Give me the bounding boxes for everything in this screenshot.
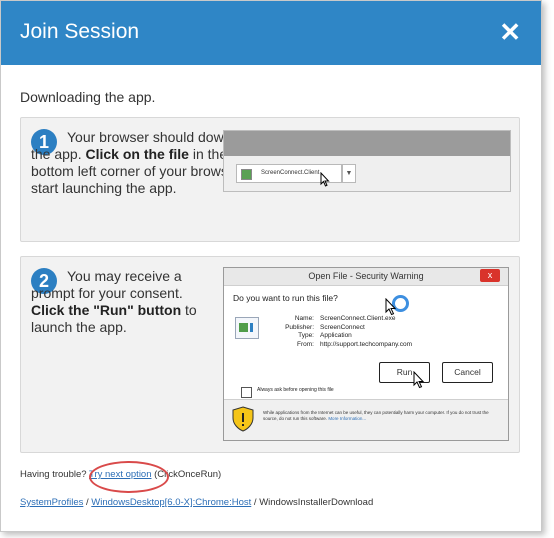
prop-row: Name: ScreenConnect.Client.exe: [294, 315, 396, 322]
intro-text: Downloading the app.: [20, 89, 156, 105]
warning-footer: While applications from the Internet can…: [224, 399, 508, 440]
mouse-cursor-icon: [320, 172, 330, 187]
hand-cursor-icon: [413, 371, 425, 389]
join-session-dialog: Join Session ✕ Downloading the app. 1 Yo…: [0, 0, 542, 532]
step-2-panel: 2 You may receive a prompt for your cons…: [20, 256, 520, 453]
dialog-header: Join Session ✕: [1, 1, 541, 65]
shield-warning-icon: [232, 406, 254, 432]
checkbox-illustration: [241, 387, 252, 398]
warning-question: Do you want to run this file?: [233, 293, 338, 303]
security-warning-illustration: Open File - Security Warning x Do you wa…: [223, 267, 509, 441]
dialog-title: Join Session: [20, 20, 140, 43]
chevron-down-icon: ▼: [342, 164, 356, 183]
cancel-button-illustration: Cancel: [442, 362, 493, 383]
mouse-cursor-icon: [385, 298, 397, 316]
prop-row: Type: Application: [298, 332, 352, 339]
browser-toolbar: [224, 131, 510, 156]
prop-row: Publisher: ScreenConnect: [285, 323, 365, 331]
breadcrumb-windows-desktop[interactable]: WindowsDesktop[6.0-X]:Chrome:Host: [91, 497, 251, 508]
warning-close-icon: x: [480, 269, 500, 282]
file-icon: [241, 169, 252, 180]
step-1-panel: 1 Your browser should download the app. …: [20, 117, 520, 242]
breadcrumb-separator: /: [251, 497, 260, 508]
prop-row: From: http://support.techcompany.com: [297, 340, 413, 348]
browser-download-illustration: ScreenConnect.Client ▼: [223, 130, 511, 192]
file-properties: Name: ScreenConnect.Client.exe Publisher:…: [254, 315, 412, 349]
trouble-prefix: Having trouble?: [20, 469, 90, 480]
breadcrumb-current: WindowsInstallerDownload: [259, 497, 374, 508]
step-2-text-bold: Click the "Run" button: [31, 302, 182, 318]
breadcrumb-system-profiles[interactable]: SystemProfiles: [20, 497, 83, 508]
step-2-text: You may receive a prompt for your consen…: [31, 268, 211, 336]
warning-title: Open File - Security Warning: [224, 268, 508, 286]
warning-footer-note: While applications from the Internet can…: [263, 410, 489, 421]
step-2-text-a: You may receive a prompt for your consen…: [31, 268, 183, 301]
highlight-ring: [89, 461, 169, 493]
download-filename: ScreenConnect.Client: [261, 170, 320, 176]
checkbox-label: Always ask before opening this file: [257, 387, 334, 393]
breadcrumb: SystemProfiles / WindowsDesktop[6.0-X]:C…: [20, 497, 373, 508]
more-info-link: More Information...: [328, 416, 367, 421]
step-1-text-bold: Click on the file: [85, 146, 189, 162]
close-icon[interactable]: ✕: [499, 19, 521, 45]
